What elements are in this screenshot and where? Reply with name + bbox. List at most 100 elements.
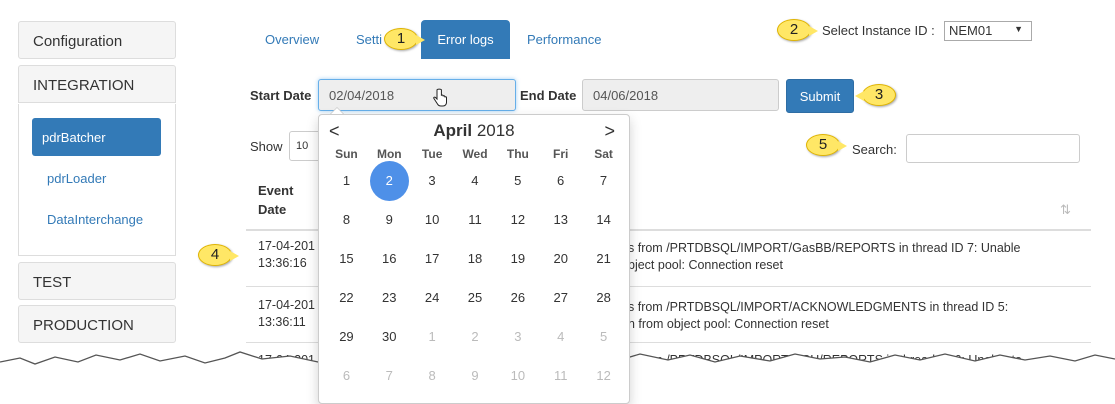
calendar-day[interactable]: 7 — [368, 359, 411, 393]
sidebar-subitem-datainterchange[interactable]: DataInterchange — [47, 212, 143, 227]
submit-button[interactable]: Submit — [786, 79, 854, 113]
calendar-day[interactable]: 9 — [368, 203, 411, 237]
calendar-day[interactable]: 5 — [582, 320, 625, 354]
instance-select-value: NEM01 — [949, 23, 993, 38]
end-date-label: End Date — [520, 88, 577, 103]
table-row-1-message: s from /PRTDBSQL/IMPORT/GasBB/REPORTS in… — [628, 241, 1021, 272]
sidebar-item-configuration[interactable]: Configuration — [18, 21, 176, 59]
tab-overview[interactable]: Overview — [265, 32, 319, 47]
calendar-day[interactable]: 23 — [368, 281, 411, 315]
start-date-value: 02/04/2018 — [329, 88, 395, 103]
calendar-day[interactable]: 9 — [454, 359, 497, 393]
tab-performance[interactable]: Performance — [527, 32, 601, 47]
calendar-day[interactable]: 10 — [496, 359, 539, 393]
hand-cursor-icon — [433, 88, 447, 107]
sidebar-item-label: INTEGRATION — [33, 77, 135, 94]
calendar-day[interactable]: 14 — [582, 203, 625, 237]
calendar-day[interactable]: 19 — [496, 242, 539, 276]
calendar-day[interactable]: 2 — [369, 160, 409, 201]
calendar-day[interactable]: 1 — [411, 320, 454, 354]
chevron-down-icon: ▼ — [1014, 24, 1023, 34]
calendar-day[interactable]: 6 — [539, 164, 582, 198]
page-length-value: 10 — [296, 140, 309, 152]
calendar-day[interactable]: 15 — [325, 242, 368, 276]
calendar-day[interactable]: 30 — [368, 320, 411, 354]
weekday-label: Sun — [335, 147, 358, 161]
calendar-day[interactable]: 2 — [454, 320, 497, 354]
table-row-2-message: s from /PRTDBSQL/IMPORT/ACKNOWLEDGMENTS … — [628, 300, 1009, 331]
sidebar-subitem-pdrbatcher[interactable]: pdrBatcher — [32, 118, 161, 156]
sidebar-item-label: PRODUCTION — [33, 317, 134, 334]
weekday-label: Wed — [462, 147, 488, 161]
calendar-day[interactable]: 22 — [325, 281, 368, 315]
start-date-input[interactable]: 02/04/2018 — [318, 79, 516, 111]
calendar-day[interactable]: 13 — [539, 203, 582, 237]
search-label: Search: — [852, 142, 897, 157]
calendar-day[interactable]: 17 — [411, 242, 454, 276]
instance-label: Select Instance ID : — [822, 23, 935, 38]
calendar-day[interactable]: 27 — [539, 281, 582, 315]
sidebar-item-label: TEST — [33, 274, 72, 291]
column-header-line: Date — [258, 202, 287, 217]
calendar-day[interactable]: 25 — [454, 281, 497, 315]
calendar-week: 22 23 24 25 26 27 28 — [325, 278, 625, 317]
sidebar-item-integration[interactable]: INTEGRATION — [18, 65, 176, 103]
calendar-day[interactable]: 26 — [496, 281, 539, 315]
weekday-label: Fri — [553, 147, 569, 161]
callout-badge-5: 5 — [806, 134, 847, 156]
calendar-day[interactable]: 8 — [325, 203, 368, 237]
calendar-day[interactable]: 3 — [411, 164, 454, 198]
calendar-day[interactable]: 10 — [411, 203, 454, 237]
sidebar-subitem-pdrloader[interactable]: pdrLoader — [47, 171, 106, 186]
sort-icon[interactable]: ⇅ — [1060, 202, 1071, 218]
calendar-weekday-header: Sun Mon Tue Wed Thu Fri Sat — [325, 147, 625, 161]
show-label: Show — [250, 139, 283, 154]
calendar-day[interactable]: 1 — [325, 164, 368, 198]
tab-settings[interactable]: Setti — [356, 32, 382, 47]
calendar-day[interactable]: 6 — [325, 359, 368, 393]
callout-badge-1: 1 — [384, 28, 425, 50]
sidebar-item-test[interactable]: TEST — [18, 262, 176, 300]
calendar-week: 15 16 17 18 19 20 21 — [325, 239, 625, 278]
weekday-label: Sat — [594, 147, 613, 161]
weekday-label: Mon — [376, 147, 402, 161]
calendar-day[interactable]: 7 — [582, 164, 625, 198]
calendar-day[interactable]: 11 — [539, 359, 582, 393]
table-row-2-date: 17-04-201 13:36:11 — [258, 298, 315, 329]
calendar-day[interactable]: 8 — [411, 359, 454, 393]
sidebar-item-production[interactable]: PRODUCTION — [18, 305, 176, 343]
calendar-day[interactable]: 11 — [454, 203, 497, 237]
calendar-day[interactable]: 21 — [582, 242, 625, 276]
calendar-day[interactable]: 3 — [496, 320, 539, 354]
calendar-day[interactable]: 20 — [539, 242, 582, 276]
weekday-label: Thu — [506, 147, 529, 161]
end-date-input[interactable]: 04/06/2018 — [582, 79, 779, 111]
calendar-day[interactable]: 16 — [368, 242, 411, 276]
calendar-day[interactable]: 5 — [496, 164, 539, 198]
callout-badge-3: 3 — [855, 84, 896, 106]
table-row-1-date: 17-04-201 13:36:16 — [258, 239, 315, 270]
calendar-week: 1234567 — [325, 160, 625, 201]
end-date-value: 04/06/2018 — [593, 88, 659, 103]
calendar-day[interactable]: 4 — [453, 164, 496, 198]
start-date-label: Start Date — [250, 88, 312, 103]
calendar-day[interactable]: 12 — [582, 359, 625, 393]
calendar-day[interactable]: 24 — [411, 281, 454, 315]
calendar-day[interactable]: 12 — [496, 203, 539, 237]
next-month-button[interactable]: > — [604, 121, 615, 142]
column-header-line: Event — [258, 183, 294, 198]
calendar-days: 1 2 3 4 5 6 7 8 9 10 11 12 13 14 15 16 17 18 19 20 21 22 23 24 2… — [325, 160, 625, 395]
calendar-week: 6 7 8 9 10 11 12 — [325, 356, 625, 395]
calendar-day[interactable]: 28 — [582, 281, 625, 315]
column-header-event-date[interactable]: Event Date — [258, 183, 293, 217]
calendar-day[interactable]: 29 — [325, 320, 368, 354]
callout-badge-2: 2 — [777, 19, 818, 41]
instance-select[interactable]: NEM01 ▼ — [944, 21, 1032, 41]
tab-error-logs[interactable]: Error logs — [421, 20, 510, 59]
sidebar-item-label: Configuration — [33, 33, 123, 50]
datepicker-calendar: < April 2018 > Sun Mon Tue Wed Thu Fri Sat 123… — [318, 108, 630, 404]
callout-badge-4: 4 — [198, 244, 239, 266]
search-input[interactable] — [906, 134, 1080, 163]
calendar-day[interactable]: 18 — [454, 242, 497, 276]
calendar-day[interactable]: 4 — [539, 320, 582, 354]
